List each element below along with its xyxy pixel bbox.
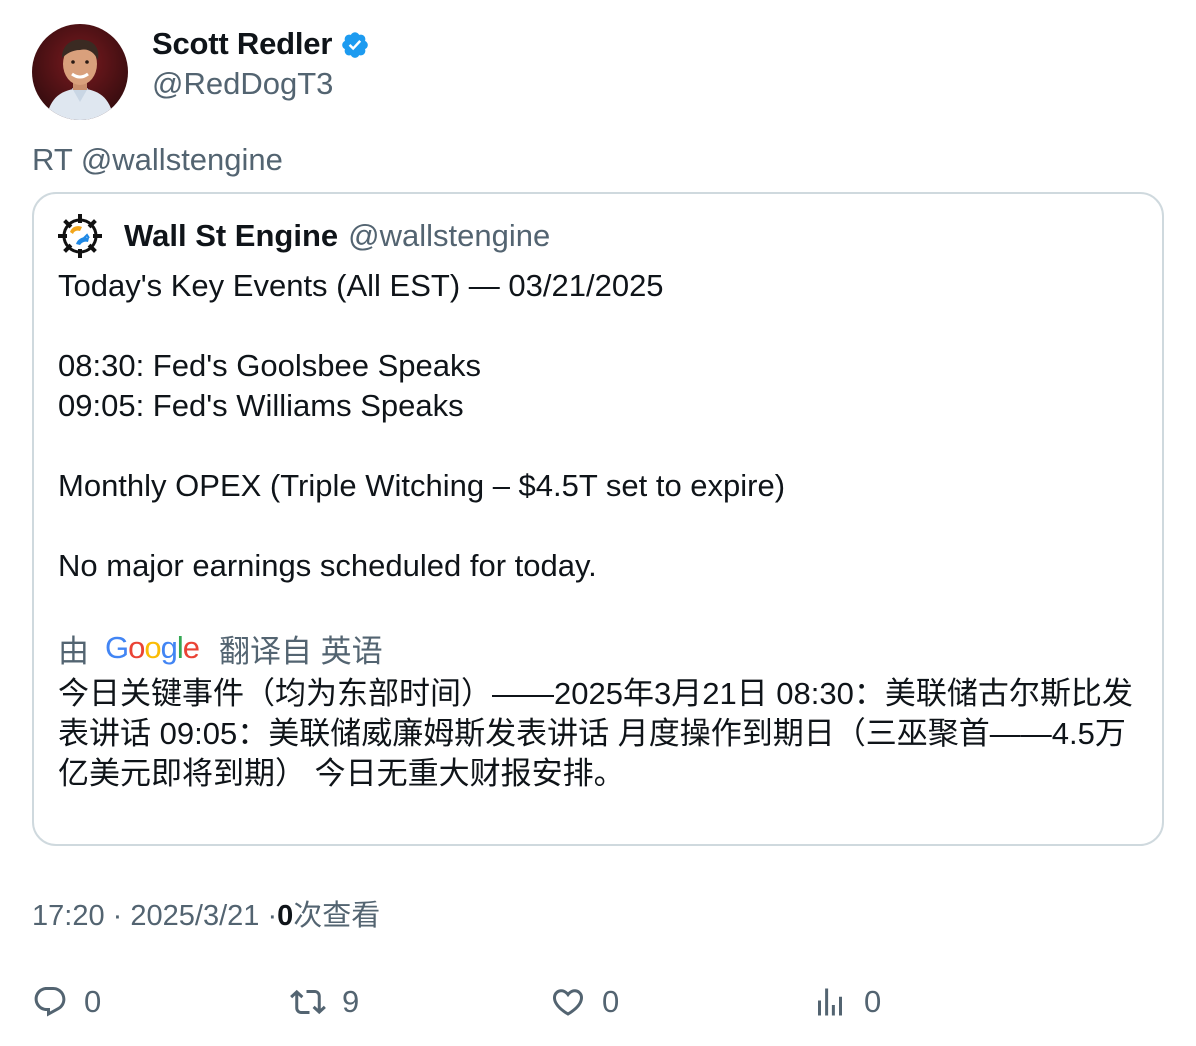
text-line: 09:05: Fed's Williams Speaks — [58, 388, 464, 423]
verified-badge-icon[interactable] — [340, 30, 370, 60]
quoted-handle[interactable]: @wallstengine — [348, 218, 550, 254]
views-label: 次查看 — [293, 900, 381, 932]
meta-separator: · — [112, 900, 123, 932]
google-letter: o — [144, 630, 161, 665]
text-line: Monthly OPEX (Triple Witching – $4.5T se… — [58, 468, 786, 503]
views-action-count: 0 — [864, 984, 882, 1019]
display-name-row: Scott Redler — [152, 26, 370, 62]
quoted-tweet-header: Wall St Engine @wallstengine — [58, 214, 550, 258]
translated-text: 今日关键事件（均为东部时间）——2025年3月21日 08:30：美联储古尔斯比… — [58, 676, 1133, 791]
heart-icon — [552, 989, 584, 1016]
author-display-name[interactable]: Scott Redler — [152, 26, 332, 62]
translation-suffix: 翻译自 英语 — [219, 633, 383, 669]
analytics-icon — [818, 988, 842, 1016]
quoted-tweet-text: Today's Key Events (All EST) — 03/21/202… — [58, 266, 1148, 586]
google-letter: o — [128, 630, 145, 665]
google-letter: G — [105, 630, 129, 665]
quoted-display-name[interactable]: Wall St Engine — [124, 218, 338, 254]
action-bar: 0 9 0 0 — [32, 978, 1162, 1026]
views-count: 0 — [277, 900, 294, 932]
reply-icon — [34, 987, 66, 1017]
avatar[interactable] — [32, 24, 128, 120]
like-button[interactable]: 0 — [550, 978, 619, 1026]
text-line: No major earnings scheduled for today. — [58, 548, 597, 583]
tweet-time[interactable]: 17:20 — [32, 900, 105, 932]
author-handle[interactable]: @RedDogT3 — [152, 66, 370, 102]
reply-button[interactable]: 0 — [32, 978, 101, 1026]
google-letter: e — [182, 630, 200, 665]
tweet-meta: 17:20 · 2025/3/21 ·0次查看 — [32, 892, 380, 934]
wall-st-engine-logo[interactable] — [58, 214, 102, 258]
meta-separator: · — [267, 900, 278, 932]
retweet-button[interactable]: 9 — [290, 978, 359, 1026]
translation-prefix: 由 — [58, 633, 89, 669]
retweet-icon — [290, 989, 326, 1015]
reply-count: 0 — [84, 984, 102, 1019]
author-names: Scott Redler @RedDogT3 — [152, 24, 370, 102]
quoted-tweet-card[interactable]: Wall St Engine @wallstengine Today's Key… — [32, 192, 1164, 846]
retweet-count: 9 — [342, 984, 360, 1019]
retweet-text: RT @wallstengine — [32, 142, 283, 177]
google-letter: g — [160, 630, 178, 665]
translation-attribution[interactable]: 由 Google 翻译自 英语 — [58, 628, 383, 669]
like-count: 0 — [602, 984, 620, 1019]
google-logo: Google — [105, 630, 200, 666]
views-button[interactable]: 0 — [812, 978, 881, 1026]
text-line: Today's Key Events (All EST) — 03/21/202… — [58, 268, 664, 303]
tweet-date[interactable]: 2025/3/21 — [130, 900, 259, 932]
text-line: 08:30: Fed's Goolsbee Speaks — [58, 348, 481, 383]
tweet-header: Scott Redler @RedDogT3 — [32, 24, 732, 120]
